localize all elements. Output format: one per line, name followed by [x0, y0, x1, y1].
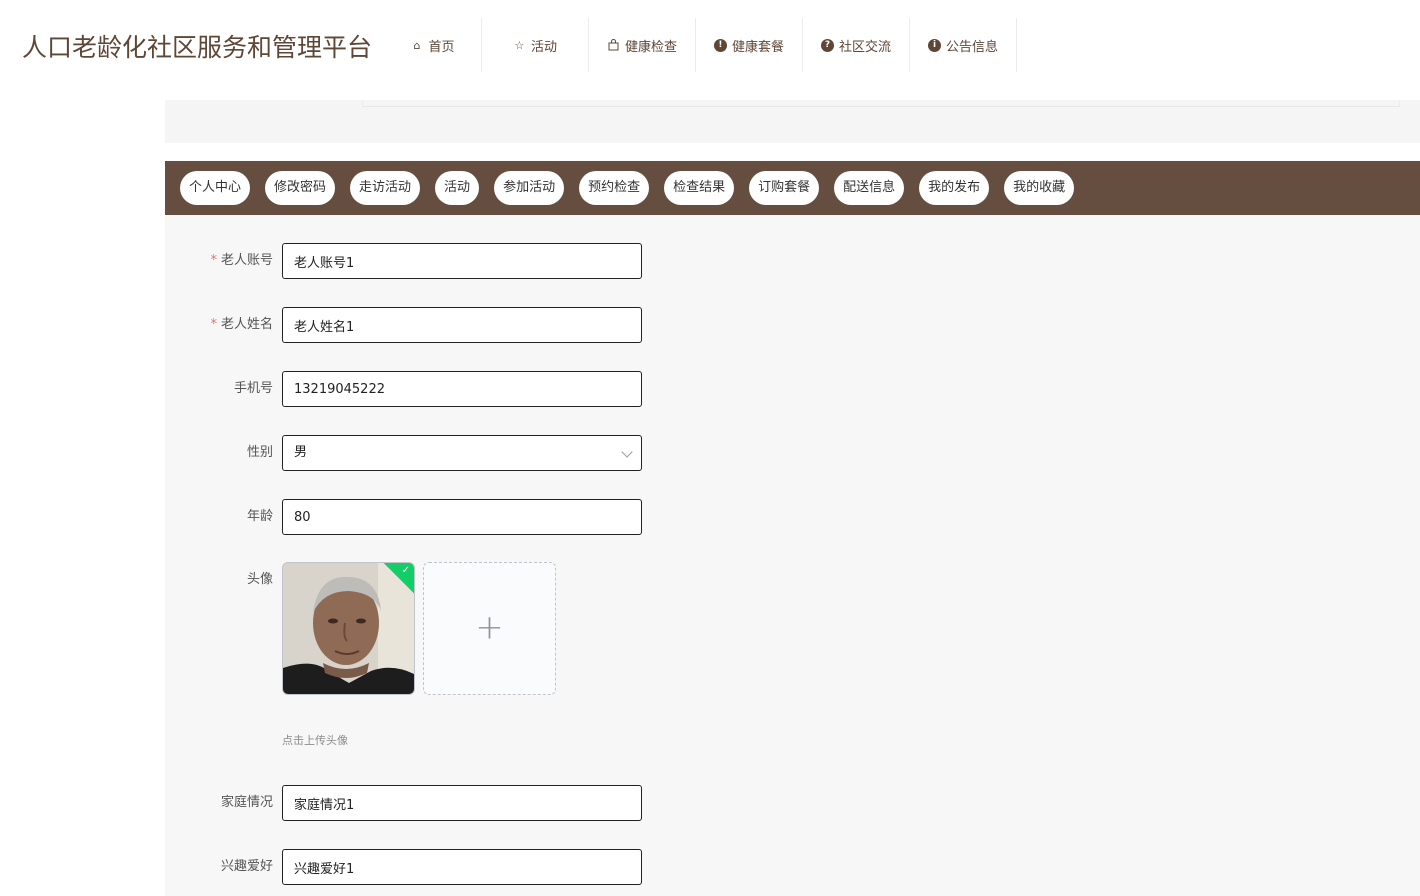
phone-label: 手机号 — [233, 381, 273, 396]
nav-item-home[interactable]: ⌂ 首页 — [384, 18, 482, 72]
gender-row: 性别 男 — [165, 435, 865, 471]
phone-input[interactable] — [282, 371, 642, 407]
site-title[interactable]: 人口老龄化社区服务和管理平台 — [22, 28, 372, 64]
bag-icon — [607, 38, 620, 52]
name-row: * 老人姓名 — [165, 307, 865, 343]
nav-label: 健康套餐 — [731, 39, 784, 55]
required-mark: * — [210, 317, 217, 332]
age-row: 年龄 — [165, 499, 865, 535]
home-icon: ⌂ — [413, 38, 421, 52]
tab-delivery-info[interactable]: 配送信息 — [834, 171, 905, 205]
avatar-preview[interactable]: ✓ — [282, 562, 415, 695]
tab-change-password[interactable]: 修改密码 — [265, 171, 336, 205]
required-mark: * — [210, 253, 217, 268]
gender-value: 男 — [294, 445, 308, 460]
tab-book-checkup[interactable]: 预约检查 — [579, 171, 650, 205]
nav-item-health-package[interactable]: ! 健康套餐 — [696, 18, 803, 72]
tab-activity[interactable]: 活动 — [435, 171, 480, 205]
top-nav: ⌂ 首页 ☆ 活动 健康检查 ! 健康套餐 ? 社区交流 i 公告信息 — [384, 18, 1017, 72]
age-input[interactable] — [282, 499, 642, 535]
exclamation-circle-icon: ! — [713, 38, 727, 52]
tab-checkup-results[interactable]: 检查结果 — [664, 171, 735, 205]
name-input[interactable] — [282, 307, 642, 343]
family-label: 家庭情况 — [220, 795, 273, 810]
age-label: 年龄 — [246, 509, 273, 524]
family-row: 家庭情况 — [165, 785, 865, 821]
tab-join-activity[interactable]: 参加活动 — [494, 171, 565, 205]
family-input[interactable] — [282, 785, 642, 821]
question-circle-icon: ? — [820, 38, 834, 52]
banner-divider — [362, 101, 1400, 107]
tab-visit-activity[interactable]: 走访活动 — [350, 171, 421, 205]
account-row: * 老人账号 — [165, 243, 865, 279]
gender-select[interactable]: 男 — [282, 435, 642, 471]
avatar-image — [283, 563, 414, 694]
nav-label: 社区交流 — [838, 39, 891, 55]
gender-label: 性别 — [246, 445, 273, 460]
nav-label: 健康检查 — [624, 39, 677, 55]
site-header: 人口老龄化社区服务和管理平台 ⌂ 首页 ☆ 活动 健康检查 ! 健康套餐 ? 社… — [0, 0, 1420, 88]
star-icon: ☆ — [514, 38, 525, 52]
hobby-row: 兴趣爱好 — [165, 849, 865, 885]
hobby-input[interactable] — [282, 849, 642, 885]
plus-icon: + — [475, 606, 504, 647]
nav-label: 活动 — [530, 39, 557, 55]
name-label: * 老人姓名 — [210, 317, 273, 332]
phone-row: 手机号 — [165, 371, 865, 407]
avatar-label: 头像 — [246, 572, 273, 587]
profile-form: *老人账号 *老人姓名 手机号 性别 男 年龄 头像 — [165, 215, 1420, 896]
avatar-upload-hint: 点击上传头像 — [282, 734, 348, 747]
tab-personal-center[interactable]: 个人中心 — [180, 171, 251, 205]
account-label: * 老人账号 — [210, 253, 273, 268]
info-circle-icon: i — [927, 38, 941, 52]
account-input[interactable] — [282, 243, 642, 279]
chevron-down-icon — [621, 446, 633, 458]
nav-label: 首页 — [428, 39, 455, 55]
tab-order-package[interactable]: 订购套餐 — [749, 171, 820, 205]
nav-item-activity[interactable]: ☆ 活动 — [482, 18, 589, 72]
avatar-upload-button[interactable]: + — [423, 562, 556, 695]
tab-my-favorites[interactable]: 我的收藏 — [1004, 171, 1075, 205]
check-icon: ✓ — [401, 565, 410, 576]
nav-item-health-check[interactable]: 健康检查 — [589, 18, 696, 72]
user-center-tabs: 个人中心 修改密码 走访活动 活动 参加活动 预约检查 检查结果 订购套餐 配送… — [165, 161, 1420, 215]
hobby-label: 兴趣爱好 — [220, 859, 273, 874]
nav-item-announcements[interactable]: i 公告信息 — [910, 18, 1017, 72]
nav-item-community[interactable]: ? 社区交流 — [803, 18, 910, 72]
tab-my-posts[interactable]: 我的发布 — [919, 171, 990, 205]
nav-label: 公告信息 — [945, 39, 998, 55]
